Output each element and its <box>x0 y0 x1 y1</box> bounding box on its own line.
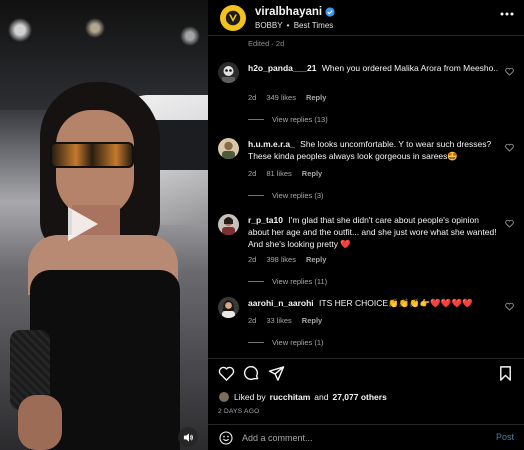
post-button[interactable]: Post <box>496 432 514 442</box>
username[interactable]: viralbhayani <box>255 6 322 18</box>
reply-button[interactable]: Reply <box>306 93 326 102</box>
sunglasses <box>50 142 134 168</box>
heart-icon[interactable] <box>218 365 235 382</box>
username-row: viralbhayani <box>255 6 335 18</box>
more-options-icon[interactable] <box>500 12 514 16</box>
comment-age: 2d <box>248 169 257 178</box>
comment-content: I'm glad that she didn't care about peop… <box>248 215 497 249</box>
post-timestamp: 2 DAYS AGO <box>218 408 260 415</box>
comment-text: r_p_ta10 I'm glad that she didn't care a… <box>248 214 500 250</box>
emoji-icon[interactable] <box>219 431 233 445</box>
comment-username[interactable]: r_p_ta10 <box>248 215 283 225</box>
comment-meta: 2d 398 likes Reply <box>248 255 326 264</box>
liked-prefix: Liked by <box>234 392 266 402</box>
avatar[interactable] <box>218 62 239 83</box>
comments-list[interactable]: Edited · 2d h2o_panda___21 When you orde… <box>208 36 524 358</box>
heart-icon[interactable] <box>505 219 514 228</box>
separator-dot: • <box>286 21 290 30</box>
avatar[interactable] <box>218 297 239 318</box>
comment-likes[interactable]: 398 likes <box>266 255 296 264</box>
bookmark-icon[interactable] <box>497 365 514 382</box>
post-header: viralbhayani BOBBY • Best Times <box>208 0 524 36</box>
comment-text: h2o_panda___21 When you ordered Malika A… <box>248 62 500 74</box>
avatar[interactable] <box>218 138 239 159</box>
share-icon[interactable] <box>268 365 285 382</box>
view-replies-button[interactable]: View replies (3) <box>248 191 324 200</box>
heart-icon[interactable] <box>505 67 514 76</box>
view-replies-button[interactable]: View replies (13) <box>248 115 328 124</box>
heart-icon[interactable] <box>505 302 514 311</box>
divider <box>248 195 264 196</box>
comment-input[interactable] <box>242 430 472 446</box>
brand-logo-icon <box>225 10 241 26</box>
divider <box>248 342 264 343</box>
comment-icon[interactable] <box>243 365 260 382</box>
person-arm <box>18 395 62 450</box>
post-viewer: viralbhayani BOBBY • Best Times Edited ·… <box>0 0 524 450</box>
edited-label: Edited · 2d <box>248 39 285 48</box>
song-name: BOBBY <box>255 21 283 30</box>
view-replies-button[interactable]: View replies (1) <box>248 338 324 347</box>
liked-and: and <box>314 392 329 402</box>
avatar[interactable] <box>218 214 239 235</box>
comment-username[interactable]: h2o_panda___21 <box>248 63 317 73</box>
comment-username[interactable]: h.u.m.e.r.a_ <box>248 139 295 149</box>
play-icon[interactable] <box>60 203 102 245</box>
comment-meta: 2d 81 likes Reply <box>248 169 322 178</box>
comment-likes[interactable]: 33 likes <box>266 316 291 325</box>
reply-button[interactable]: Reply <box>302 316 322 325</box>
post-panel: viralbhayani BOBBY • Best Times Edited ·… <box>208 0 524 450</box>
comment-likes[interactable]: 349 likes <box>266 93 296 102</box>
reply-button[interactable]: Reply <box>306 255 326 264</box>
comment-content: ITS HER CHOICE👏👏👏👉❤️❤️❤️❤️ <box>319 298 473 308</box>
comment-meta: 2d 349 likes Reply <box>248 93 326 102</box>
likes-summary[interactable]: Liked by rucchitam and 27,077 others <box>218 391 387 403</box>
reply-button[interactable]: Reply <box>302 169 322 178</box>
view-replies-button[interactable]: View replies (11) <box>248 277 327 286</box>
view-replies-label: View replies (1) <box>272 338 324 347</box>
avatar <box>218 391 230 403</box>
liked-count[interactable]: 27,077 others <box>332 392 386 402</box>
verified-badge-icon <box>325 7 335 17</box>
comment-meta: 2d 33 likes Reply <box>248 316 322 325</box>
track-name: Best Times <box>293 21 334 30</box>
liked-user[interactable]: rucchitam <box>270 392 311 402</box>
view-replies-label: View replies (11) <box>272 277 328 286</box>
audio-info[interactable]: BOBBY • Best Times <box>255 21 333 30</box>
add-comment-bar: Post <box>208 424 524 450</box>
comment-username[interactable]: aarohi_n_aarohi <box>248 298 314 308</box>
reel-video[interactable] <box>0 0 208 450</box>
avatar[interactable] <box>220 5 246 31</box>
comment-age: 2d <box>248 93 257 102</box>
speaker-icon[interactable] <box>178 427 198 447</box>
divider <box>248 119 264 120</box>
view-replies-label: View replies (3) <box>272 191 324 200</box>
divider <box>248 281 264 282</box>
view-replies-label: View replies (13) <box>272 115 328 124</box>
comment-text: aarohi_n_aarohi ITS HER CHOICE👏👏👏👉❤️❤️❤️… <box>248 297 500 309</box>
post-actions: Liked by rucchitam and 27,077 others 2 D… <box>208 358 524 418</box>
comment-likes[interactable]: 81 likes <box>266 169 291 178</box>
heart-icon[interactable] <box>505 143 514 152</box>
comment-age: 2d <box>248 255 257 264</box>
comment-text: h.u.m.e.r.a_ She looks uncomfortable. Y … <box>248 138 500 162</box>
comment-content: When you ordered Malika Arora from Meesh… <box>321 63 499 73</box>
comment-age: 2d <box>248 316 257 325</box>
